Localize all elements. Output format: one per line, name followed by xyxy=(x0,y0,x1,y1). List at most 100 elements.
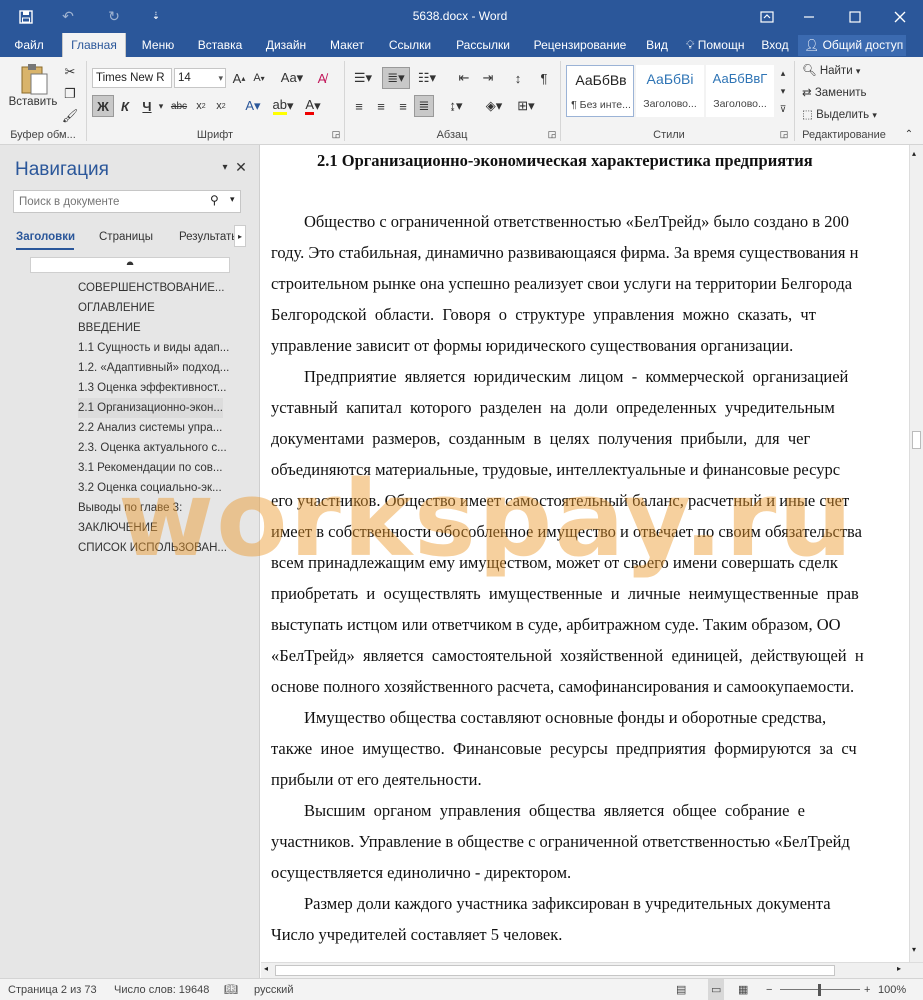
find-button[interactable]: 🔍︎ Найти ▾ xyxy=(802,61,860,81)
style-heading-2[interactable]: АаБбВвГ Заголово... xyxy=(706,65,774,117)
page-count[interactable]: Страница 2 из 73 xyxy=(8,979,97,1000)
undo-icon[interactable]: ↶ xyxy=(54,0,82,33)
collapse-headings-button[interactable]: ⯊ xyxy=(30,257,230,273)
minimize-icon[interactable] xyxy=(786,0,832,33)
styles-dialog-launcher-icon[interactable]: ◲ xyxy=(778,127,790,141)
tab-menu[interactable]: Меню xyxy=(134,33,182,57)
tab-view[interactable]: Вид xyxy=(642,33,672,57)
scroll-right-icon[interactable]: ▸ xyxy=(897,964,901,973)
tab-mailings[interactable]: Рассылки xyxy=(448,33,518,57)
zoom-level[interactable]: 100% xyxy=(878,979,906,1000)
format-painter-icon[interactable]: 🖌︎ xyxy=(60,105,80,127)
multilevel-list-icon[interactable]: ☷▾ xyxy=(414,67,440,89)
nav-heading-item[interactable]: 2.2 Анализ системы упра... xyxy=(78,418,222,438)
sign-in-link[interactable]: Вход xyxy=(758,33,792,57)
style-no-spacing[interactable]: АаБбВв ¶ Без инте... xyxy=(566,65,634,117)
copy-icon[interactable]: ❐ xyxy=(60,83,80,105)
line-spacing-icon[interactable]: ↨▾ xyxy=(442,95,470,117)
pane-options-icon[interactable]: ▾ xyxy=(218,159,232,175)
read-mode-icon[interactable]: ▤ xyxy=(676,979,686,1000)
justify-icon[interactable]: ≣ xyxy=(414,95,434,117)
nav-heading-item[interactable]: 2.3. Оценка актуального с... xyxy=(78,438,227,458)
tell-me-button[interactable]: 💡︎ Помощн xyxy=(686,33,754,57)
nav-tab-results[interactable]: Результаты xyxy=(179,231,235,243)
close-pane-icon[interactable]: ✕ xyxy=(234,159,248,175)
tab-file[interactable]: Файл xyxy=(6,33,52,57)
tab-layout[interactable]: Макет xyxy=(322,33,372,57)
paste-icon[interactable] xyxy=(14,61,54,97)
maximize-icon[interactable] xyxy=(832,0,878,33)
share-button[interactable]: 👤︎ Общий доступ xyxy=(798,35,906,56)
nav-tab-pages[interactable]: Страницы xyxy=(99,231,153,243)
customize-qat-icon[interactable]: ⇣ xyxy=(142,0,170,33)
styles-more-icon[interactable]: ⊽ xyxy=(776,101,790,117)
paragraph-dialog-launcher-icon[interactable]: ◲ xyxy=(546,127,558,141)
nav-tab-headings[interactable]: Заголовки xyxy=(16,231,75,243)
redo-icon[interactable]: ↻ xyxy=(100,0,128,33)
paste-button[interactable]: Вставить xyxy=(6,95,60,109)
ribbon-display-icon[interactable] xyxy=(744,0,790,33)
font-name-combo[interactable]: Times New R xyxy=(92,68,172,88)
underline-button[interactable]: Ч xyxy=(138,95,156,117)
replace-button[interactable]: ⇄ Заменить xyxy=(802,83,867,103)
align-center-icon[interactable]: ≡ xyxy=(372,95,390,117)
nav-heading-item[interactable]: 2.1 Организационно-экон... xyxy=(78,398,223,418)
borders-icon[interactable]: ⊞▾ xyxy=(512,95,540,117)
nav-heading-item[interactable]: 1.1 Сущность и виды адап... xyxy=(78,338,229,358)
tab-references[interactable]: Ссылки xyxy=(380,33,440,57)
language-indicator[interactable]: русский xyxy=(254,979,293,1000)
zoom-in-icon[interactable]: + xyxy=(864,979,870,1000)
tab-insert[interactable]: Вставка xyxy=(190,33,250,57)
nav-heading-item[interactable]: ОГЛАВЛЕНИЕ xyxy=(78,298,155,318)
close-icon[interactable] xyxy=(877,0,923,33)
nav-heading-item[interactable]: 1.2. «Адаптивный» подход... xyxy=(78,358,229,378)
superscript-icon[interactable]: x2 xyxy=(212,95,230,117)
scroll-left-icon[interactable]: ◂ xyxy=(264,964,268,973)
font-dialog-launcher-icon[interactable]: ◲ xyxy=(330,127,342,141)
web-layout-icon[interactable]: ▦ xyxy=(738,979,748,1000)
font-color-icon[interactable]: A ▾ xyxy=(300,95,326,117)
change-case-icon[interactable]: Aa▾ xyxy=(278,67,306,89)
nav-search-input[interactable] xyxy=(14,191,204,212)
font-size-combo[interactable]: 14 ▾ xyxy=(174,68,226,88)
increase-indent-icon[interactable]: ⇥ xyxy=(478,67,498,89)
underline-dropdown-icon[interactable]: ▾ xyxy=(156,95,166,117)
collapse-ribbon-icon[interactable]: ⌃ xyxy=(902,127,916,141)
show-marks-icon[interactable]: ¶ xyxy=(534,67,554,89)
italic-button[interactable]: К xyxy=(116,95,134,117)
align-left-icon[interactable]: ≡ xyxy=(350,95,368,117)
vertical-scrollbar[interactable]: ▴ ▾ xyxy=(909,145,923,962)
tab-design[interactable]: Дизайн xyxy=(258,33,314,57)
nav-heading-item[interactable]: 1.3 Оценка эффективност... xyxy=(78,378,226,398)
horizontal-scroll-thumb[interactable] xyxy=(275,965,835,976)
proofing-icon[interactable]: 📖︎ xyxy=(224,979,238,1000)
align-right-icon[interactable]: ≡ xyxy=(394,95,412,117)
numbering-icon[interactable]: ≣▾ xyxy=(382,67,410,89)
tab-home[interactable]: Главная xyxy=(62,33,126,57)
decrease-indent-icon[interactable]: ⇤ xyxy=(454,67,474,89)
text-effects-icon[interactable]: A▾ xyxy=(240,95,266,117)
grow-font-icon[interactable]: A ▴ xyxy=(230,67,248,89)
bold-button[interactable]: Ж xyxy=(92,95,114,117)
shrink-font-icon[interactable]: A ▾ xyxy=(250,67,268,89)
clear-formatting-icon[interactable]: A̸ xyxy=(312,67,332,89)
nav-heading-item[interactable]: СОВЕРШЕНСТВОВАНИЕ... xyxy=(78,278,225,298)
horizontal-scrollbar[interactable]: ◂ ▸ xyxy=(261,962,923,978)
select-button[interactable]: ⬚ Выделить ▾ xyxy=(802,105,877,125)
shading-icon[interactable]: ◈▾ xyxy=(480,95,508,117)
scroll-thumb[interactable] xyxy=(912,431,921,449)
nav-tabs-scroll-icon[interactable]: ▸ xyxy=(234,225,246,247)
print-layout-icon[interactable]: ▭ xyxy=(708,979,725,1000)
scroll-down-icon[interactable]: ▾ xyxy=(912,945,916,954)
save-icon[interactable] xyxy=(12,0,40,33)
scroll-up-icon[interactable]: ▴ xyxy=(912,149,916,158)
strikethrough-icon[interactable]: abc xyxy=(168,95,190,117)
search-icon[interactable]: ⚲ xyxy=(210,193,219,207)
highlight-icon[interactable]: ab ▾ xyxy=(270,95,296,117)
styles-scroll-up-icon[interactable]: ▴ xyxy=(776,65,790,81)
zoom-slider-thumb[interactable] xyxy=(818,984,821,996)
cut-icon[interactable]: ✂ xyxy=(60,61,80,83)
nav-heading-item[interactable]: ВВЕДЕНИЕ xyxy=(78,318,141,338)
word-count[interactable]: Число слов: 19648 xyxy=(114,979,209,1000)
style-heading-1[interactable]: АаБбВі Заголово... xyxy=(636,65,704,117)
